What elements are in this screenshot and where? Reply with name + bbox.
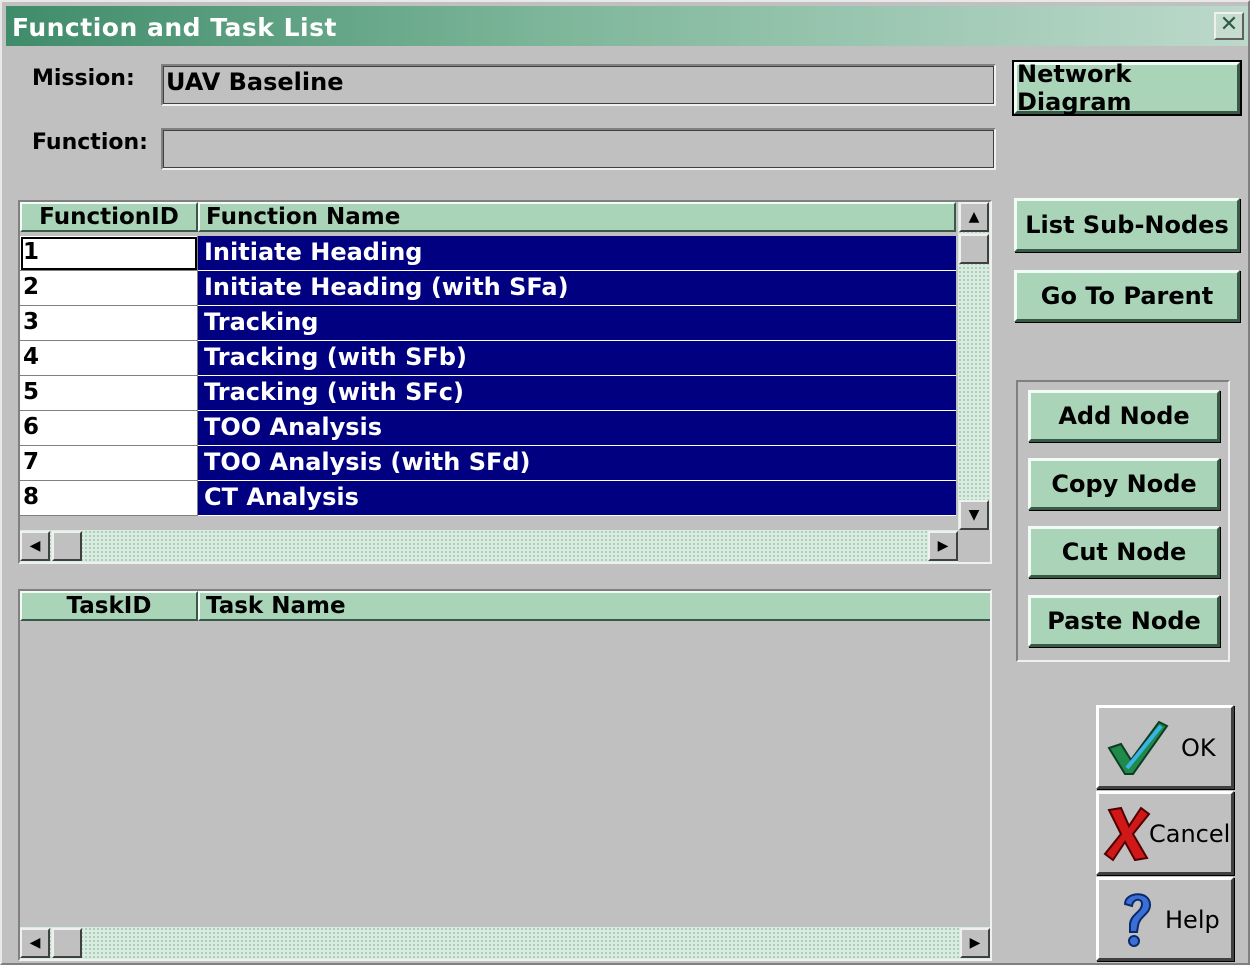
close-icon[interactable]: ✕: [1214, 12, 1244, 40]
mission-label: Mission:: [32, 66, 135, 91]
function-id-cell[interactable]: 6: [20, 411, 198, 446]
question-mark-icon: [1123, 893, 1152, 947]
function-id-cell[interactable]: 7: [20, 446, 198, 481]
network-diagram-button[interactable]: Network Diagram: [1012, 60, 1242, 116]
copy-node-button[interactable]: Copy Node: [1028, 458, 1220, 510]
function-id-cell[interactable]: 8: [20, 481, 198, 516]
column-header-taskid[interactable]: TaskID: [20, 591, 198, 621]
paste-node-button[interactable]: Paste Node: [1028, 595, 1220, 647]
function-id-cell[interactable]: 3: [20, 306, 198, 341]
function-id-cell[interactable]: 2: [20, 271, 198, 306]
cut-node-button[interactable]: Cut Node: [1028, 526, 1220, 578]
function-name-cell[interactable]: Initiate Heading (with SFa): [198, 271, 956, 306]
function-name-cell[interactable]: CT Analysis: [198, 481, 956, 516]
cancel-button[interactable]: Cancel: [1096, 791, 1234, 875]
task-grid-horizontal-scrollbar[interactable]: [20, 927, 990, 959]
mission-field[interactable]: UAV Baseline: [161, 64, 996, 106]
list-sub-nodes-button[interactable]: List Sub-Nodes: [1014, 198, 1240, 252]
scroll-up-icon[interactable]: ▲: [959, 202, 989, 232]
scroll-left-icon[interactable]: ◀: [20, 531, 50, 561]
function-field[interactable]: [161, 128, 996, 170]
function-name-cell[interactable]: TOO Analysis (with SFd): [198, 446, 956, 481]
function-name-cell[interactable]: Tracking (with SFb): [198, 341, 956, 376]
window-title: Function and Task List: [12, 13, 337, 42]
function-name-cell[interactable]: TOO Analysis: [198, 411, 956, 446]
ok-label: OK: [1181, 734, 1216, 762]
scroll-right-icon[interactable]: ▶: [960, 928, 990, 958]
column-header-function-name[interactable]: Function Name: [198, 202, 956, 232]
title-bar[interactable]: Function and Task List ✕: [6, 6, 1248, 46]
scroll-down-icon[interactable]: ▼: [959, 500, 989, 530]
horizontal-scroll-thumb[interactable]: [52, 928, 82, 958]
ok-button[interactable]: OK: [1096, 705, 1234, 789]
column-header-functionid[interactable]: FunctionID: [20, 202, 198, 232]
scroll-right-icon[interactable]: ▶: [928, 531, 958, 561]
go-to-parent-button[interactable]: Go To Parent: [1014, 270, 1240, 322]
function-grid-horizontal-scrollbar[interactable]: [20, 530, 958, 562]
vertical-scroll-thumb[interactable]: [959, 234, 989, 264]
help-label: Help: [1165, 906, 1220, 934]
function-name-cell[interactable]: Initiate Heading: [198, 236, 956, 271]
add-node-button[interactable]: Add Node: [1028, 390, 1220, 442]
task-grid[interactable]: TaskID Task Name ◀ ▶: [18, 589, 992, 961]
function-name-cell[interactable]: Tracking: [198, 306, 956, 341]
function-id-cell[interactable]: 5: [20, 376, 198, 411]
function-label: Function:: [32, 130, 148, 155]
scroll-left-icon[interactable]: ◀: [20, 928, 50, 958]
checkmark-icon: [1107, 720, 1169, 775]
cancel-label: Cancel: [1149, 820, 1231, 848]
dialog-window: Function and Task List ✕ Mission: UAV Ba…: [0, 0, 1250, 965]
cancel-x-icon: [1103, 806, 1151, 862]
function-id-cell[interactable]: 1: [20, 236, 198, 271]
function-id-cell[interactable]: 4: [20, 341, 198, 376]
horizontal-scroll-thumb[interactable]: [52, 531, 82, 561]
function-name-cell[interactable]: Tracking (with SFc): [198, 376, 956, 411]
function-grid[interactable]: FunctionID Function Name 1 Initiate Head…: [18, 200, 992, 564]
column-header-task-name[interactable]: Task Name: [198, 591, 990, 621]
help-button[interactable]: Help: [1096, 877, 1234, 961]
mission-value: UAV Baseline: [166, 68, 344, 96]
